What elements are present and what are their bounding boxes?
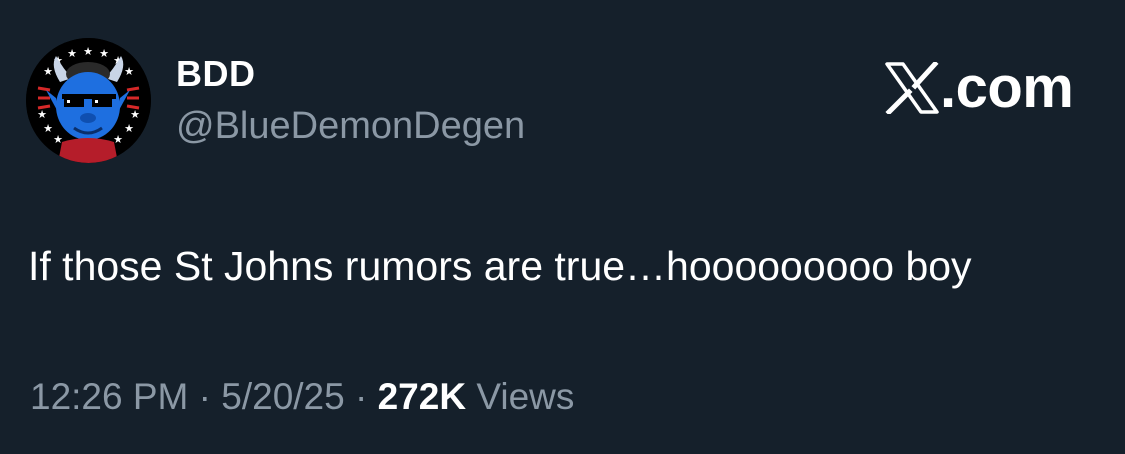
x-logo-icon [885,62,939,114]
svg-text:★: ★ [99,47,109,60]
tweet-meta: 12:26 PM · 5/20/25 · 272K Views [30,374,574,420]
author-handle[interactable]: @BlueDemonDegen [176,104,525,148]
author-display-name[interactable]: BDD [176,54,256,94]
meta-separator: · [188,376,222,417]
blue-demon-avatar-icon[interactable]: ★ ★ ★ ★ ★ ★ ★ ★ ★ ★ ★ ★ ★ ★ ★ ★ [26,38,151,163]
svg-text:★: ★ [124,65,134,78]
tweet-card: ★ ★ ★ ★ ★ ★ ★ ★ ★ ★ ★ ★ ★ ★ ★ ★ [0,0,1125,454]
svg-text:★: ★ [113,133,123,146]
tweet-date[interactable]: 5/20/25 [221,376,344,417]
svg-text:★: ★ [53,133,63,146]
svg-text:★: ★ [37,108,47,121]
views-count: 272K [377,376,467,417]
svg-text:★: ★ [43,122,53,135]
svg-text:★: ★ [124,122,134,135]
tweet-time[interactable]: 12:26 PM [30,376,188,417]
meta-separator: · [344,376,378,417]
views-label: Views [476,376,575,417]
tweet-text: If those St Johns rumors are true…hooooo… [28,243,972,289]
svg-text:★: ★ [130,108,140,121]
svg-text:★: ★ [67,47,77,60]
svg-text:★: ★ [83,45,93,58]
brand-domain-text: .com [940,55,1074,120]
avatar-image: ★ ★ ★ ★ ★ ★ ★ ★ ★ ★ ★ ★ ★ ★ ★ ★ [26,38,151,163]
x-com-brand[interactable]: .com [884,55,1074,120]
svg-text:★: ★ [43,65,53,78]
